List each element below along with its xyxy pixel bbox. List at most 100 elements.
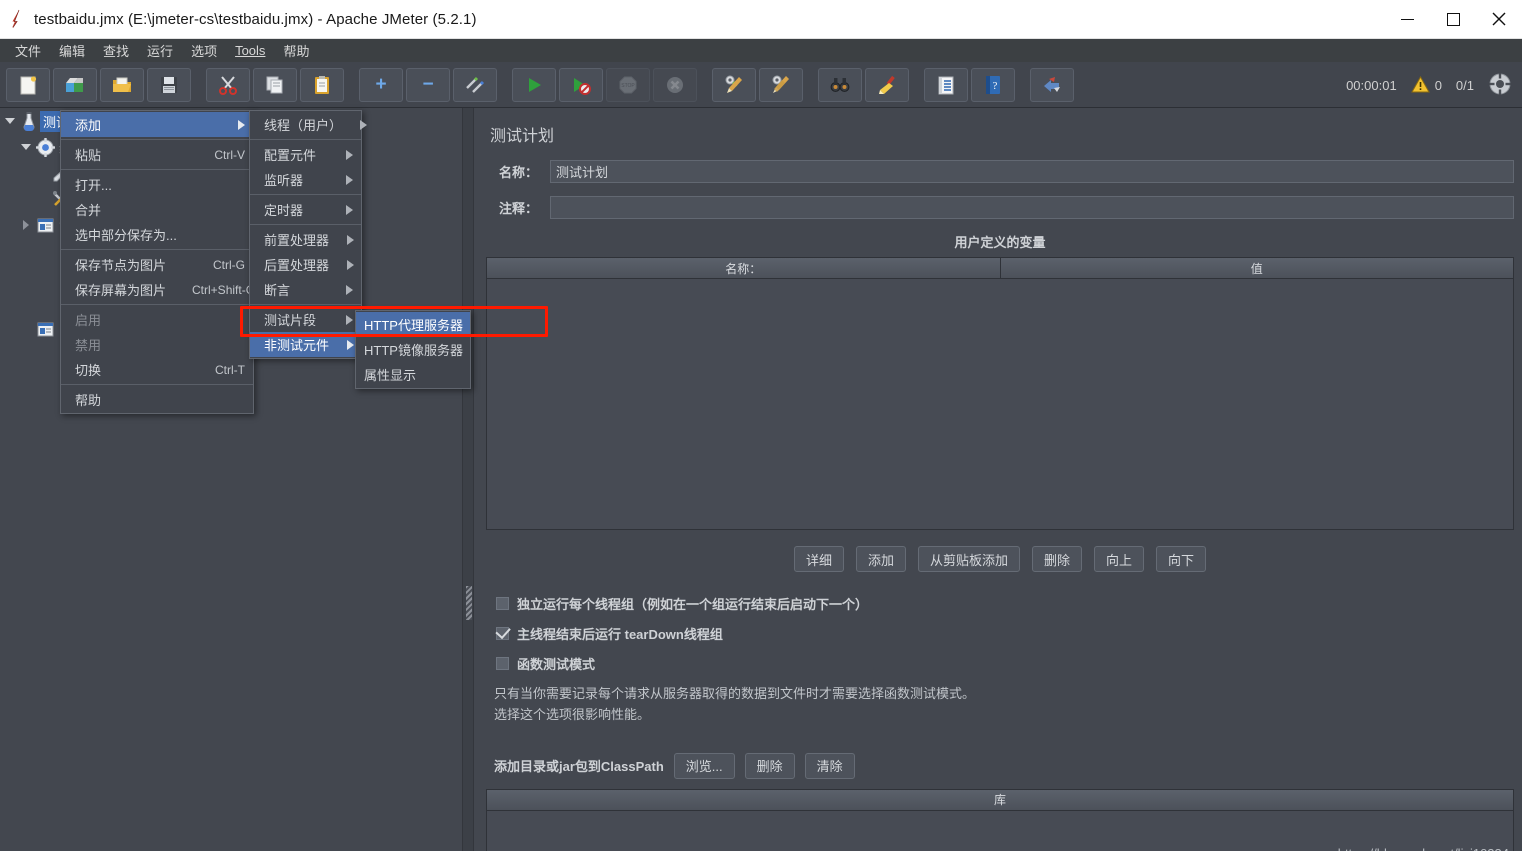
property-display-item[interactable]: 属性显示	[356, 362, 470, 387]
menu-file[interactable]: 文件	[6, 39, 50, 62]
add-non-test-elements[interactable]: 非测试元件	[250, 332, 361, 357]
title-bar: testbaidu.jmx (E:\jmeter-cs\testbaidu.jm…	[0, 0, 1522, 39]
delete-button[interactable]: 删除	[1032, 546, 1083, 572]
cut-button[interactable]	[206, 67, 250, 102]
ctx-enable[interactable]: 启用	[61, 307, 253, 332]
open-folder-icon	[113, 77, 131, 92]
maximize-icon	[1446, 12, 1460, 26]
detail-button[interactable]: 详细	[793, 546, 844, 572]
start-button[interactable]	[512, 67, 556, 102]
ctx-save-screen-as-image[interactable]: 保存屏幕为图片 Ctrl+Shift-G	[61, 277, 255, 302]
help-button[interactable]: ?	[971, 67, 1015, 102]
classpath-clear-button[interactable]: 清除	[804, 752, 855, 779]
clear-button[interactable]	[712, 67, 756, 102]
shutdown-button[interactable]	[653, 67, 697, 102]
new-test-plan-button[interactable]	[6, 67, 50, 102]
maximize-button[interactable]	[1430, 0, 1476, 39]
comment-input[interactable]	[550, 196, 1514, 219]
run-teardown-checkbox[interactable]: 主线程结束后运行 tearDown线程组	[496, 624, 1514, 643]
name-input[interactable]	[550, 160, 1514, 183]
function-helper-button[interactable]	[924, 67, 968, 102]
functional-test-mode-checkbox[interactable]: 函数测试模式	[496, 654, 1514, 673]
add-post-processor[interactable]: 后置处理器	[250, 252, 361, 277]
add-non-test-elements-label: 非测试元件	[264, 338, 330, 353]
chevron-right-icon	[346, 149, 353, 160]
minimize-button[interactable]	[1384, 0, 1430, 39]
non-test-elements-submenu[interactable]: HTTP代理服务器 HTTP镜像服务器 属性显示	[355, 310, 471, 389]
expand-toggle-icon[interactable]	[2, 118, 18, 124]
collapse-all-button[interactable]: −	[406, 67, 450, 102]
save-button[interactable]	[147, 67, 191, 102]
close-button[interactable]	[1476, 0, 1522, 39]
checkbox-box[interactable]	[496, 597, 509, 610]
warning-indicator[interactable]: 0	[1410, 76, 1442, 94]
add-test-fragment[interactable]: 测试片段	[250, 307, 361, 332]
ctx-save-node-as-image[interactable]: 保存节点为图片 Ctrl-G	[61, 252, 253, 277]
library-table-body[interactable]: https://blog.csdn.net/liyi10234	[487, 810, 1513, 851]
browse-button[interactable]: 浏览...	[673, 752, 735, 779]
open-button[interactable]	[100, 67, 144, 102]
paste-button[interactable]	[300, 67, 344, 102]
ctx-save-selection-as[interactable]: 选中部分保存为...	[61, 222, 253, 247]
menu-tools[interactable]: Tools	[226, 41, 274, 60]
ctx-paste[interactable]: 粘贴 Ctrl-V	[61, 142, 253, 167]
expand-toggle-icon[interactable]	[18, 220, 34, 230]
menu-search[interactable]: 查找	[94, 39, 138, 62]
jmeter-feather-icon	[0, 0, 34, 39]
toggle-button[interactable]	[453, 67, 497, 102]
comment-row: 注释：	[486, 196, 1514, 219]
pane-splitter[interactable]	[462, 108, 474, 851]
copy-button[interactable]	[253, 67, 297, 102]
ctx-help[interactable]: 帮助	[61, 387, 253, 412]
add-from-clipboard-button[interactable]: 从剪贴板添加	[917, 546, 1020, 572]
ctx-toggle[interactable]: 切换 Ctrl-T	[61, 357, 253, 382]
templates-button[interactable]	[53, 67, 97, 102]
http-mirror-server-label: HTTP镜像服务器	[364, 343, 463, 358]
add-submenu[interactable]: 线程（用户） 配置元件 监听器 定时器 前置处理器 后置处理器 断言 测试片段 …	[249, 110, 368, 359]
undo-redo-button[interactable]	[1030, 67, 1074, 102]
add-listener[interactable]: 监听器	[250, 167, 361, 192]
ctx-disable[interactable]: 禁用	[61, 332, 253, 357]
menu-help[interactable]: 帮助	[274, 39, 318, 62]
http-proxy-server-item[interactable]: HTTP代理服务器	[356, 312, 470, 337]
reset-search-button[interactable]	[865, 67, 909, 102]
expand-all-button[interactable]: +	[359, 67, 403, 102]
move-up-button[interactable]: 向上	[1094, 546, 1145, 572]
classpath-delete-button[interactable]: 删除	[744, 752, 795, 779]
add-config-element[interactable]: 配置元件	[250, 142, 361, 167]
clear-all-button[interactable]	[759, 67, 803, 102]
splitter-grip[interactable]	[466, 586, 472, 620]
menu-run[interactable]: 运行	[138, 39, 182, 62]
add-threads-users[interactable]: 线程（用户）	[250, 112, 368, 137]
ctx-merge[interactable]: 合并	[61, 197, 253, 222]
move-down-button[interactable]: 向下	[1156, 546, 1207, 572]
library-column-header[interactable]: 库	[487, 789, 1513, 811]
menu-options[interactable]: 选项	[182, 39, 226, 62]
column-header-value[interactable]: 值	[1001, 258, 1514, 278]
library-table[interactable]: 库 https://blog.csdn.net/liyi10234	[486, 788, 1514, 851]
column-header-name[interactable]: 名称：	[487, 258, 1001, 278]
yellow-broom-icon	[879, 75, 895, 94]
tree-context-menu[interactable]: 添加 粘贴 Ctrl-V 打开... 合并 选中部分保存为... 保存节点为图片…	[60, 110, 255, 414]
checkbox-box[interactable]	[496, 627, 509, 640]
user-defined-variables-table[interactable]: 名称： 值	[486, 257, 1514, 530]
search-button[interactable]	[818, 67, 862, 102]
add-assertion[interactable]: 断言	[250, 277, 361, 302]
ctx-open[interactable]: 打开...	[61, 172, 253, 197]
stop-button[interactable]: STOP	[606, 67, 650, 102]
add-timer[interactable]: 定时器	[250, 197, 361, 222]
ctx-save-selection-as-label: 选中部分保存为...	[75, 228, 177, 243]
test-plan-icon	[18, 110, 40, 132]
checkbox-box[interactable]	[496, 657, 509, 670]
menu-edit[interactable]: 编辑	[50, 39, 94, 62]
table-body[interactable]	[487, 279, 1513, 529]
start-no-pauses-button[interactable]	[559, 67, 603, 102]
http-mirror-server-item[interactable]: HTTP镜像服务器	[356, 337, 470, 362]
broom-gear-icon	[725, 75, 742, 93]
name-row: 名称：	[486, 160, 1514, 183]
serialize-thread-groups-checkbox[interactable]: 独立运行每个线程组（例如在一个组运行结束后启动下一个）	[496, 594, 1514, 613]
expand-toggle-icon[interactable]	[18, 144, 34, 150]
add-pre-processor[interactable]: 前置处理器	[250, 227, 361, 252]
ctx-add[interactable]: 添加	[61, 112, 253, 137]
add-button[interactable]: 添加	[855, 546, 906, 572]
